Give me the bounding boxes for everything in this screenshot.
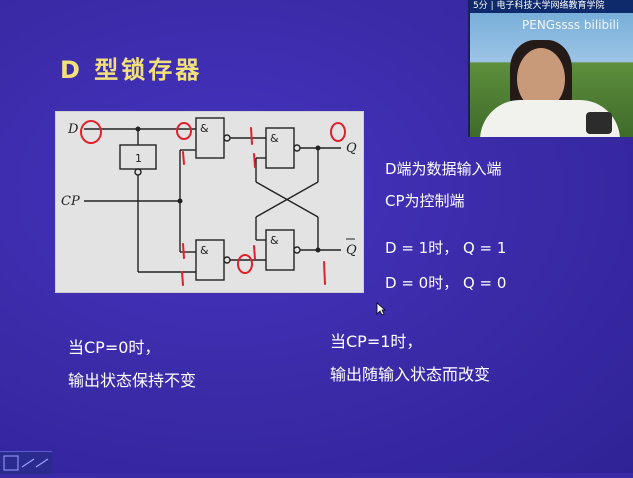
gate2-bubble	[293, 144, 301, 152]
video-header-text: 5分 | 电子科技大学网络教育学院	[473, 1, 605, 11]
gate3-bubble	[223, 256, 231, 264]
inverter-bubble	[134, 168, 142, 176]
bilibili-watermark: PENGssss bilibili	[522, 18, 620, 32]
video-header: 5分 | 电子科技大学网络教育学院	[470, 0, 633, 13]
input-d-label: D	[67, 122, 79, 137]
gate4-bubble	[293, 246, 301, 254]
text-d0-q0: D = 0时， Q = 0	[385, 274, 507, 292]
gate1-bubble	[223, 134, 231, 142]
gate1-label: &	[200, 122, 209, 135]
mouse-cursor-icon	[376, 302, 386, 316]
text-d1-q1: D = 1时， Q = 1	[385, 239, 507, 257]
microphone-icon	[586, 112, 612, 134]
webcam-overlay: 5分 | 电子科技大学网络教育学院 PENGssss bilibili	[468, 0, 633, 137]
output-qbar-label: Q	[346, 243, 357, 258]
text-cp-control: CP为控制端	[385, 192, 465, 210]
pen-tool-icon[interactable]	[0, 452, 52, 474]
text-d-input: D端为数据输入端	[385, 160, 502, 178]
gate4-label: &	[270, 234, 279, 247]
input-cp-label: CP	[61, 194, 80, 209]
gate2-label: &	[270, 132, 279, 145]
gate3-label: &	[200, 244, 209, 257]
output-q-label: Q	[346, 141, 357, 156]
inverter-label: 1	[135, 152, 142, 165]
circuit-svg: D CP Q Q 1 & & & &	[61, 117, 357, 286]
text-cp0-desc: 输出状态保持不变	[68, 371, 197, 390]
text-cp1-title: 当CP=1时，	[330, 332, 423, 351]
slide-title: D 型锁存器	[60, 56, 203, 84]
slide-toolbar[interactable]	[0, 451, 52, 474]
text-cp1-desc: 输出随输入状态而改变	[330, 365, 491, 384]
latch-circuit-diagram: D CP Q Q 1 & & & &	[55, 111, 364, 293]
text-cp0-title: 当CP=0时，	[68, 338, 161, 357]
